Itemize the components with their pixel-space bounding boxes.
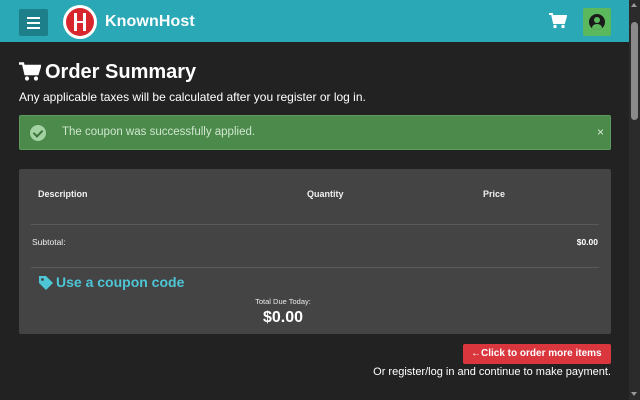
scroll-up-arrow-icon[interactable] — [631, 3, 637, 7]
coupon-link-label[interactable]: Use a coupon code — [56, 274, 184, 290]
page-title: Order Summary — [45, 61, 197, 83]
menu-icon-bar — [27, 17, 40, 19]
menu-button[interactable] — [19, 9, 48, 36]
top-navbar: KnownHost — [0, 0, 629, 42]
page-scrollbar[interactable] — [629, 0, 640, 400]
checkout-note: Or register/log in and continue to make … — [373, 366, 611, 378]
logo-emblem — [66, 8, 94, 36]
cart-icon — [19, 62, 41, 81]
subtotal-value: $0.00 — [576, 237, 598, 247]
menu-icon-bar — [27, 27, 40, 29]
account-button[interactable] — [583, 8, 611, 36]
check-circle-icon — [30, 125, 46, 141]
total-due-label: Total Due Today: — [255, 297, 311, 306]
alert-message: The coupon was successfully applied. — [62, 126, 256, 138]
close-icon[interactable]: × — [597, 125, 604, 139]
order-more-button[interactable]: ← Click to order more items — [463, 344, 611, 364]
cart-icon[interactable] — [549, 13, 567, 29]
user-icon — [589, 14, 605, 30]
scroll-down-arrow-icon[interactable] — [631, 392, 637, 396]
arrow-left-icon: ← — [471, 348, 481, 359]
column-header-price: Price — [483, 189, 506, 199]
success-alert: The coupon was successfully applied. × — [19, 115, 611, 150]
subtotal-label: Subtotal: — [32, 237, 66, 247]
divider — [31, 224, 599, 225]
column-header-quantity: Quantity — [307, 189, 344, 199]
order-more-label: Click to order more items — [481, 348, 602, 359]
knownhost-logo[interactable] — [63, 5, 97, 39]
order-summary-panel: Description Quantity Price Subtotal: $0.… — [19, 169, 611, 334]
tag-icon — [39, 276, 53, 290]
scroll-thumb[interactable] — [631, 22, 638, 120]
menu-icon-bar — [27, 22, 40, 24]
column-header-description: Description — [38, 189, 88, 199]
divider — [31, 267, 599, 268]
total-due-value: $0.00 — [262, 309, 304, 326]
brand-name[interactable]: KnownHost — [105, 13, 195, 31]
page-subtitle: Any applicable taxes will be calculated … — [19, 90, 366, 104]
